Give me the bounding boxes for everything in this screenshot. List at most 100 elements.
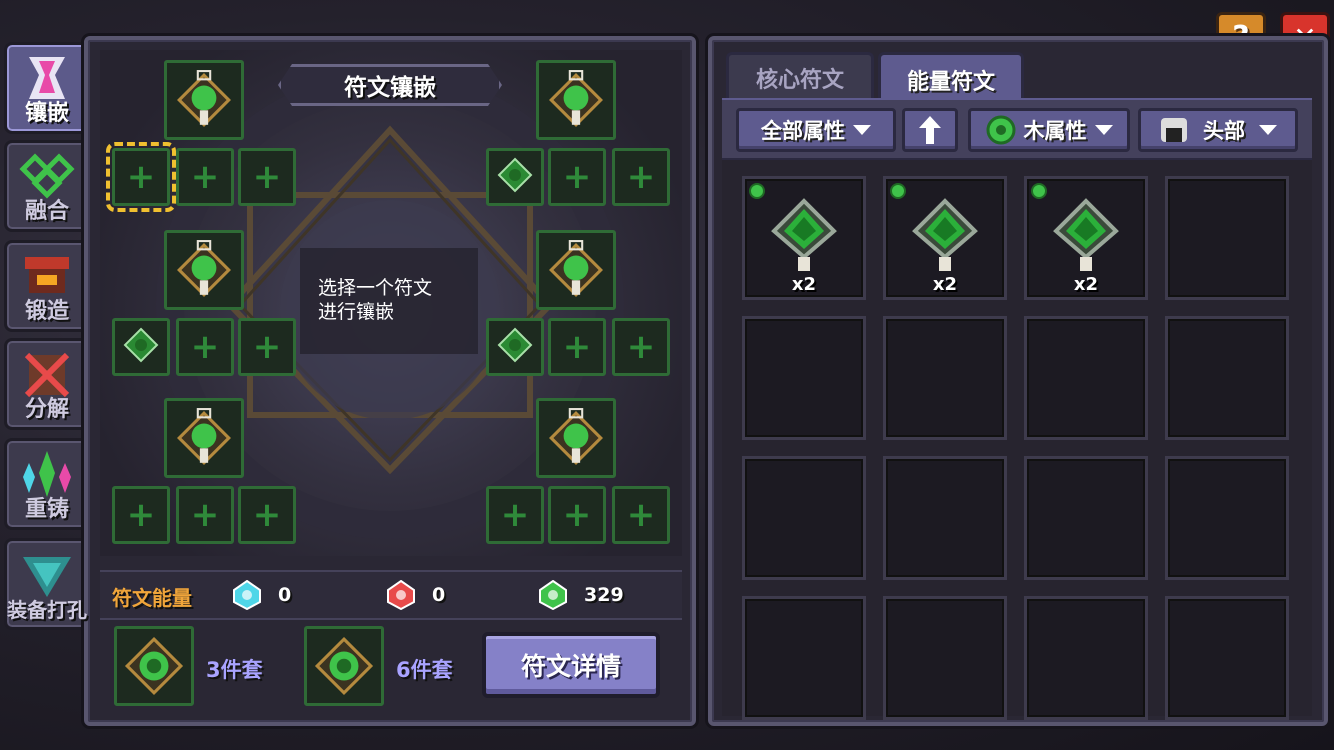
rune-details-label: 符文详情 — [520, 652, 621, 681]
energy-rune-slot-empty[interactable]: + — [548, 148, 606, 206]
inventory-empty-cell[interactable] — [1165, 316, 1289, 440]
side-tab-decompose[interactable]: 分解 — [4, 338, 90, 430]
wood-attribute-badge-icon — [890, 183, 906, 199]
panel-title: 符文镶嵌 — [344, 75, 436, 101]
plus-icon: + — [190, 157, 220, 197]
wood-attribute-badge-icon — [1031, 183, 1047, 199]
tab-core-runes-label: 核心符文 — [755, 67, 844, 93]
inventory-empty-cell[interactable] — [1024, 316, 1148, 440]
plus-icon: + — [126, 157, 156, 197]
energy-rune-slot-empty[interactable]: + — [176, 318, 234, 376]
energy-rune-slot-empty[interactable]: + — [238, 486, 296, 544]
core-rune-socket[interactable] — [536, 60, 616, 140]
plus-icon: + — [190, 495, 220, 535]
core-rune-socket[interactable] — [164, 398, 244, 478]
energy-rune-slot-empty[interactable]: + — [486, 486, 544, 544]
core-rune-icon — [549, 70, 603, 127]
wood-attribute-dropdown[interactable]: 木属性 — [968, 108, 1130, 152]
green-energy-icon — [538, 579, 568, 611]
core-rune-socket[interactable] — [164, 230, 244, 310]
inventory-rune-cell[interactable]: x2 — [1024, 176, 1148, 300]
energy-rune-icon — [123, 327, 159, 363]
energy-rune-slot-empty[interactable]: + — [238, 148, 296, 206]
inventory-empty-cell[interactable] — [1165, 456, 1289, 580]
core-rune-icon — [177, 240, 231, 297]
red-energy-icon — [386, 579, 416, 611]
side-tab-label: 分解 — [24, 397, 69, 422]
sort-button[interactable] — [902, 108, 958, 152]
plus-icon: + — [252, 157, 282, 197]
energy-rune-slot-empty[interactable]: + — [612, 486, 670, 544]
energy-rune-slot-filled[interactable] — [112, 318, 170, 376]
energy-rune-icon — [497, 327, 533, 363]
tab-energy-runes[interactable]: 能量符文 — [878, 52, 1024, 104]
inventory-empty-cell[interactable] — [1024, 456, 1148, 580]
side-tab-inlay[interactable]: 镶嵌 — [4, 42, 90, 134]
plus-icon: + — [626, 495, 656, 535]
side-tab-fusion[interactable]: 融合 — [4, 140, 90, 232]
inventory-empty-cell[interactable] — [1024, 596, 1148, 720]
energy-rune-slot-filled[interactable] — [486, 318, 544, 376]
plus-icon: + — [500, 495, 530, 535]
inventory-empty-cell[interactable] — [883, 596, 1007, 720]
energy-rune-slot-empty[interactable]: + — [612, 148, 670, 206]
set-bonus-3-label: 3件套 — [206, 658, 263, 682]
plus-icon: + — [190, 327, 220, 367]
core-rune-icon — [549, 408, 603, 465]
inventory-empty-cell[interactable] — [742, 316, 866, 440]
energy-rune-slot-empty[interactable]: + — [238, 318, 296, 376]
plus-icon: + — [562, 327, 592, 367]
energy-rune-slot-empty[interactable]: + — [176, 148, 234, 206]
equipment-slot-label: 头部 — [1203, 119, 1245, 143]
energy-rune-slot-empty[interactable]: + — [612, 318, 670, 376]
chevron-down-icon — [853, 125, 871, 135]
inventory-empty-cell[interactable] — [1165, 176, 1289, 300]
all-attributes-dropdown[interactable]: 全部属性 — [736, 108, 896, 152]
inventory-empty-cell[interactable] — [742, 456, 866, 580]
set-bonus-6-icon[interactable] — [304, 626, 384, 706]
plus-icon: + — [562, 157, 592, 197]
energy-rune-slot-empty[interactable]: + — [176, 486, 234, 544]
inventory-empty-cell[interactable] — [742, 596, 866, 720]
energy-rune-slot-empty[interactable]: + — [548, 318, 606, 376]
plus-icon: + — [252, 495, 282, 535]
energy-rune-slot-empty[interactable]: + — [548, 486, 606, 544]
side-tab-forge[interactable]: 锻造 — [4, 240, 90, 332]
core-rune-socket[interactable] — [164, 60, 244, 140]
panel-title-banner: 符文镶嵌 — [278, 64, 502, 106]
inventory-empty-cell[interactable] — [1165, 596, 1289, 720]
equipment-slot-dropdown[interactable]: 头部 — [1138, 108, 1298, 152]
core-rune-socket[interactable] — [536, 230, 616, 310]
inventory-rune-cell[interactable]: x2 — [883, 176, 1007, 300]
chevron-down-icon — [1259, 125, 1277, 135]
set-bonus-3-icon[interactable] — [114, 626, 194, 706]
rune-details-button[interactable]: 符文详情 — [482, 632, 660, 698]
plus-icon: + — [252, 327, 282, 367]
rune-count: x2 — [1073, 274, 1099, 295]
side-tab-label: 重铸 — [24, 497, 69, 522]
plus-icon: + — [626, 157, 656, 197]
tab-energy-runes-label: 能量符文 — [906, 69, 995, 95]
side-tab-label: 锻造 — [24, 299, 69, 324]
core-rune-socket[interactable] — [536, 398, 616, 478]
blue-energy-icon — [232, 579, 262, 611]
side-tab-recast[interactable]: 重铸 — [4, 438, 90, 530]
core-rune-icon — [549, 240, 603, 297]
hint-text: 选择一个符文进行镶嵌 — [318, 277, 433, 323]
wood-attribute-label: 木属性 — [1023, 119, 1087, 143]
tab-core-runes[interactable]: 核心符文 — [726, 52, 874, 100]
inventory-empty-cell[interactable] — [883, 456, 1007, 580]
core-rune-icon — [177, 408, 231, 465]
energy-rune-slot-selected[interactable]: + — [106, 142, 176, 212]
arrow-up-icon — [919, 116, 941, 144]
side-tab-socket-drill[interactable]: 装备打孔 — [4, 538, 90, 630]
wood-attribute-badge-icon — [749, 183, 765, 199]
inventory-empty-cell[interactable] — [883, 316, 1007, 440]
chevron-down-icon — [1094, 125, 1113, 135]
energy-label: 符文能量 — [112, 586, 192, 610]
side-tab-label: 镶嵌 — [24, 101, 69, 126]
energy-rune-slot-empty[interactable]: + — [112, 486, 170, 544]
energy-value: 0 — [432, 584, 446, 606]
energy-rune-slot-filled[interactable] — [486, 148, 544, 206]
inventory-rune-cell[interactable]: x2 — [742, 176, 866, 300]
